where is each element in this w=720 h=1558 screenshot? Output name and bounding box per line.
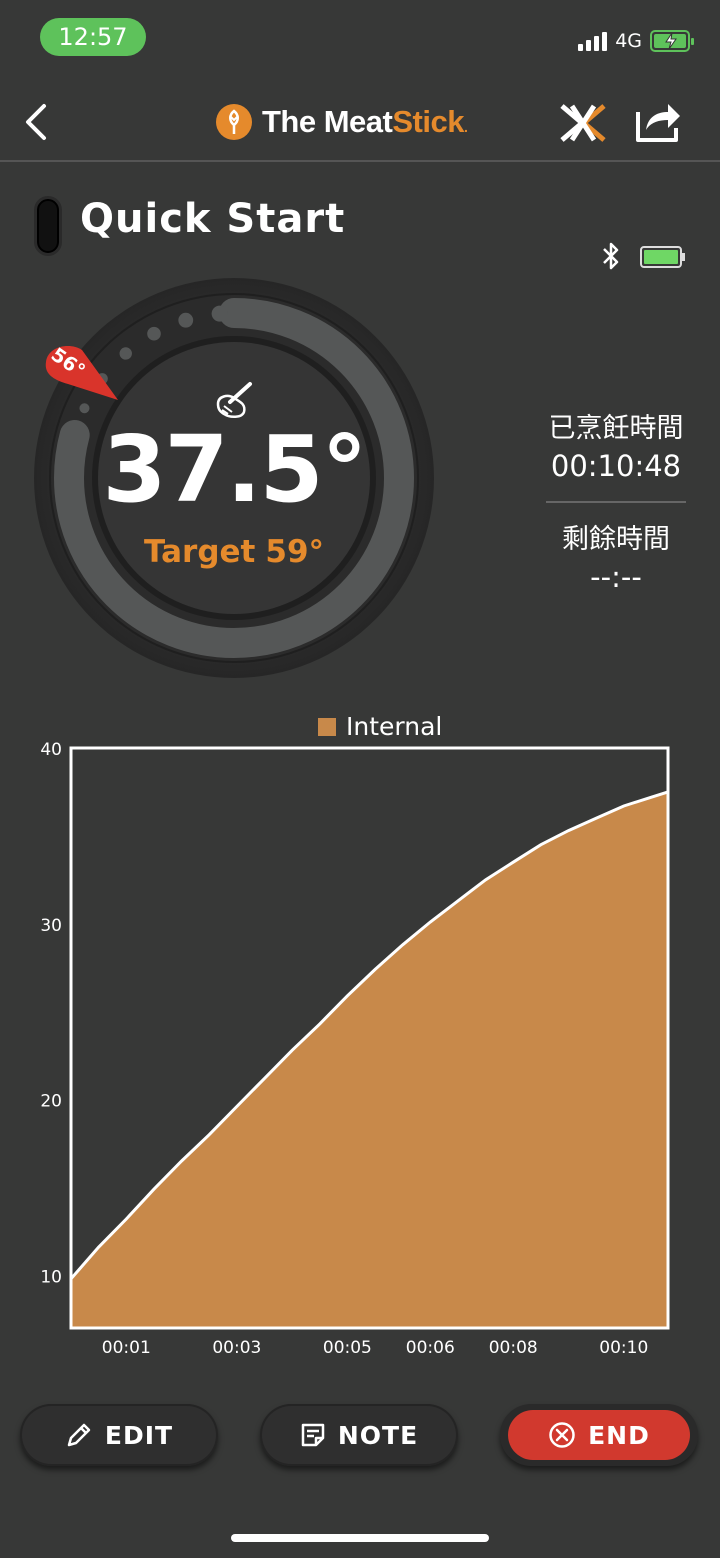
- target-value: 59°: [265, 534, 325, 570]
- brand-logo: The MeatStick.: [216, 104, 468, 140]
- note-button[interactable]: NOTE: [260, 1404, 458, 1466]
- bluetooth-icon: [603, 242, 619, 270]
- target-temperature: Target 59°: [32, 534, 436, 570]
- back-chevron-icon[interactable]: [18, 100, 58, 144]
- meat-probe-icon: [216, 382, 252, 418]
- y-tick-label: 20: [40, 1092, 62, 1112]
- y-tick-label: 40: [40, 740, 62, 760]
- y-tick-label: 30: [40, 916, 62, 936]
- status-indicators: 4G: [578, 30, 694, 52]
- cook-screen: 12:57 4G The MeatStick. Quick Start 56° …: [0, 0, 720, 1558]
- remaining-label: 剩餘時間: [562, 524, 670, 555]
- x-tick-label: 00:06: [406, 1338, 455, 1358]
- elapsed-value: 00:10:48: [550, 449, 682, 483]
- status-time: 12:57: [40, 18, 146, 56]
- note-label: NOTE: [337, 1420, 419, 1450]
- note-icon: [301, 1423, 325, 1447]
- remaining-value: --:--: [590, 560, 642, 594]
- temperature-chart: 10 20 30 40 00:01 00:03 00:05 00:06 00:08 00:10: [40, 740, 670, 1358]
- x-tick-label: 00:05: [323, 1338, 372, 1358]
- edit-label: EDIT: [104, 1420, 174, 1450]
- gauge-progress-dot: [178, 312, 194, 328]
- gauge-progress-dot: [211, 305, 228, 322]
- target-label: Target: [143, 534, 256, 570]
- end-button-frame: END: [500, 1404, 698, 1466]
- gauge-progress-dot: [147, 326, 161, 341]
- x-tick-label: 00:08: [489, 1338, 538, 1358]
- x-tick-label: 00:10: [599, 1338, 648, 1358]
- chart-legend: Internal: [318, 712, 442, 741]
- probe-indicator: [34, 196, 62, 256]
- close-circle-icon: [549, 1422, 575, 1448]
- cook-title: Quick Start: [80, 196, 346, 242]
- brand-name-part2: Stick: [392, 104, 464, 139]
- cook-timers: 已烹飪時間 00:10:48 剩餘時間 --:--: [546, 406, 686, 594]
- internal-temp-area: [71, 791, 668, 1328]
- brand-name-part1: The Meat: [262, 104, 393, 139]
- elapsed-label: 已烹飪時間: [548, 413, 684, 444]
- gauge-progress-dot: [119, 347, 132, 360]
- legend-swatch-internal: [318, 717, 336, 736]
- home-indicator[interactable]: [231, 1534, 489, 1542]
- probe-battery-icon: [640, 246, 685, 268]
- meatstick-logo-icon: [216, 104, 252, 140]
- x-tick-label: 00:01: [102, 1338, 151, 1358]
- cellular-signal-icon: [578, 31, 608, 51]
- network-type: 4G: [615, 30, 642, 52]
- brand-registered: .: [463, 119, 468, 135]
- share-icon[interactable]: [634, 98, 682, 144]
- nav-bar: The MeatStick.: [0, 82, 720, 162]
- pencil-icon: [67, 1423, 91, 1447]
- end-button[interactable]: END: [508, 1410, 690, 1460]
- phone-battery-icon: [650, 30, 694, 52]
- x-multi-probe-icon[interactable]: [558, 102, 608, 144]
- x-tick-label: 00:03: [212, 1338, 261, 1358]
- edit-button[interactable]: EDIT: [20, 1404, 218, 1466]
- gauge-progress-dot: [79, 403, 90, 414]
- end-label: END: [588, 1420, 650, 1450]
- legend-label-internal: Internal: [346, 712, 443, 741]
- y-tick-label: 10: [40, 1267, 62, 1287]
- current-temperature: 37.5°: [102, 416, 368, 523]
- timer-divider: [546, 501, 686, 503]
